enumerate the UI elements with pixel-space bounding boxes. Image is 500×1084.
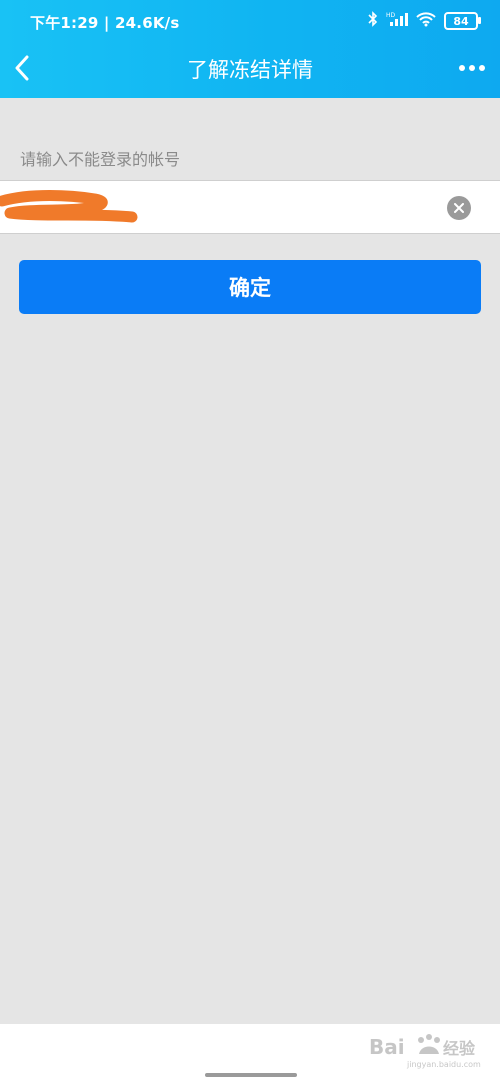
redaction-scribble bbox=[0, 190, 138, 223]
header-bar: 下午1:29 | 24.6K/s HD 84 了解冻结详情 bbox=[0, 0, 500, 98]
close-icon bbox=[454, 203, 464, 213]
more-dot-icon bbox=[459, 65, 465, 71]
status-icons: HD 84 bbox=[368, 11, 481, 31]
svg-text:jingyan.baidu.com: jingyan.baidu.com bbox=[406, 1060, 481, 1069]
status-bar: 下午1:29 | 24.6K/s HD 84 bbox=[0, 0, 500, 42]
clear-button[interactable] bbox=[447, 196, 471, 220]
confirm-button[interactable]: 确定 bbox=[19, 260, 481, 314]
home-indicator[interactable] bbox=[205, 1073, 297, 1077]
bluetooth-icon bbox=[368, 11, 378, 31]
page-title: 了解冻结详情 bbox=[187, 58, 313, 82]
account-input-row bbox=[0, 180, 500, 234]
baidu-jingyan-logo: Bai 经验 jingyan.baidu.com bbox=[369, 1034, 481, 1069]
battery-icon: 84 bbox=[444, 12, 481, 30]
svg-text:经验: 经验 bbox=[443, 1039, 476, 1058]
wifi-icon bbox=[416, 11, 436, 31]
nav-bar: 了解冻结详情 bbox=[0, 42, 500, 94]
status-time: 下午1:29 | 24.6K/s bbox=[30, 14, 180, 32]
more-dot-icon bbox=[479, 65, 485, 71]
more-dot-icon bbox=[469, 65, 475, 71]
signal-icon: HD bbox=[386, 11, 408, 31]
svg-text:HD: HD bbox=[386, 12, 396, 19]
battery-level: 84 bbox=[453, 14, 469, 28]
account-label: 请输入不能登录的帐号 bbox=[20, 150, 181, 169]
more-button[interactable] bbox=[454, 54, 490, 82]
svg-text:Bai: Bai bbox=[369, 1035, 405, 1059]
